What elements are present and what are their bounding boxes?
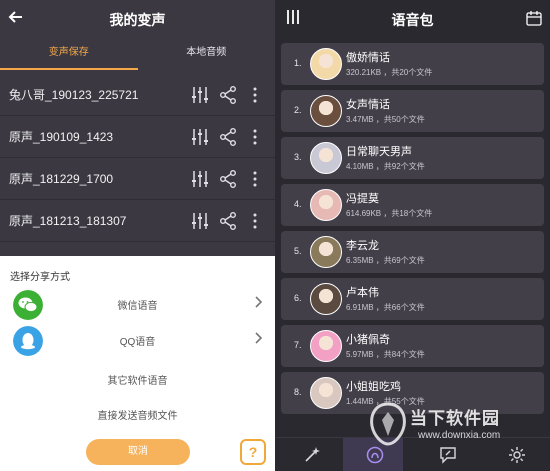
pack-name: 冯提莫 — [346, 193, 379, 205]
right-header: 语音包 — [275, 0, 550, 38]
voice-pack-item[interactable]: 7. 小猪佩奇 5.97MB ，共84个文件 — [281, 325, 544, 367]
share-option-label: QQ语音 — [119, 337, 156, 348]
left-header: 我的变声 — [0, 0, 275, 38]
more-vertical-icon[interactable] — [252, 128, 258, 146]
pack-name: 李云龙 — [346, 240, 379, 252]
recording-name: 兔八哥_190123_225721 — [9, 88, 139, 102]
equalizer-icon[interactable] — [191, 86, 209, 104]
voice-pack-item[interactable]: 3. 日常聊天男声 4.10MB ，共92个文件 — [281, 137, 544, 179]
share-option-label: 直接发送音频文件 — [97, 411, 178, 422]
pack-number: 8. — [294, 387, 302, 397]
calendar-icon[interactable] — [526, 10, 542, 26]
avatar — [310, 48, 342, 80]
share-icon[interactable] — [219, 212, 237, 230]
avatar — [310, 95, 342, 127]
avatar — [310, 142, 342, 174]
pack-name: 小姐姐吃鸡 — [346, 381, 401, 393]
share-sheet-title: 选择分享方式 — [10, 272, 70, 283]
pack-number: 4. — [294, 199, 302, 209]
watermark-text: 当下软件园 — [410, 409, 500, 428]
recording-name: 原声_181213_181307 — [9, 214, 127, 228]
voice-pack-item[interactable]: 1. 傲娇情话 320.21KB ，共20个文件 — [281, 43, 544, 85]
avatar — [310, 377, 342, 409]
help-button[interactable]: ? — [240, 439, 266, 465]
tab-saved-voices[interactable]: 变声保存 — [0, 38, 138, 72]
equalizer-icon[interactable] — [191, 128, 209, 146]
pack-name: 女声情话 — [346, 99, 390, 111]
share-icon[interactable] — [219, 128, 237, 146]
pack-info: 320.21KB ，共20个文件 — [346, 68, 433, 77]
pack-number: 5. — [294, 246, 302, 256]
recording-list: 兔八哥_190123_225721 原声_190109_1423 原声_1812… — [0, 74, 275, 242]
page-title: 我的变声 — [109, 12, 166, 28]
share-option-qq[interactable]: QQ语音 — [0, 322, 275, 358]
avatar — [310, 189, 342, 221]
chevron-right-icon — [255, 296, 263, 308]
share-option-other-apps[interactable]: 其它软件语音 — [0, 361, 275, 397]
voice-pack-list: 1. 傲娇情话 320.21KB ，共20个文件 2. 女声情话 3.47MB ，共50个… — [281, 43, 544, 419]
list-item[interactable]: 原声_181229_1700 — [0, 158, 275, 200]
equalizer-icon[interactable] — [191, 212, 209, 230]
pack-number: 2. — [294, 105, 302, 115]
share-option-send-file[interactable]: 直接发送音频文件 — [0, 396, 275, 432]
share-icon[interactable] — [219, 170, 237, 188]
pack-info: 6.91MB ，共66个文件 — [346, 303, 425, 312]
pack-info: 614.69KB ，共18个文件 — [346, 209, 433, 218]
pack-number: 3. — [294, 152, 302, 162]
voice-pack-item[interactable]: 2. 女声情话 3.47MB ，共50个文件 — [281, 90, 544, 132]
share-sheet: 选择分享方式 微信语音 QQ语音 其它软件语音 直接发送音频文件 取消 ? — [0, 256, 275, 471]
recording-name: 原声_190109_1423 — [9, 130, 114, 144]
voice-pack-item[interactable]: 4. 冯提莫 614.69KB ，共18个文件 — [281, 184, 544, 226]
avatar — [310, 236, 342, 268]
pack-number: 7. — [294, 340, 302, 350]
pack-info: 4.10MB ，共92个文件 — [346, 162, 425, 171]
pack-info: 3.47MB ，共50个文件 — [346, 115, 425, 124]
voice-pack-item[interactable]: 6. 卢本伟 6.91MB ，共66个文件 — [281, 278, 544, 320]
share-option-label: 其它软件语音 — [107, 376, 168, 387]
cancel-button[interactable]: 取消 — [86, 439, 190, 465]
watermark: 当下软件园 www.downxia.com — [360, 400, 550, 456]
tab-bar: 变声保存 本地音频 — [0, 38, 275, 72]
list-item[interactable]: 原声_190109_1423 — [0, 116, 275, 158]
list-item[interactable]: 原声_181213_181307 — [0, 200, 275, 242]
share-option-label: 微信语音 — [117, 301, 158, 312]
pack-name: 日常聊天男声 — [346, 146, 412, 158]
avatar — [310, 330, 342, 362]
pack-info: 5.97MB ，共84个文件 — [346, 350, 425, 359]
chevron-right-icon — [255, 332, 263, 344]
pack-number: 1. — [294, 58, 302, 68]
share-icon[interactable] — [219, 86, 237, 104]
my-voice-panel: 我的变声 变声保存 本地音频 兔八哥_190123_225721 原声_1901… — [0, 0, 275, 471]
pack-name: 傲娇情话 — [346, 52, 390, 64]
page-title: 语音包 — [391, 12, 434, 28]
avatar — [310, 283, 342, 315]
watermark-url: www.downxia.com — [418, 430, 501, 441]
pack-name: 卢本伟 — [346, 287, 379, 299]
watermark-logo-icon — [370, 402, 406, 446]
pack-info: 6.35MB ，共69个文件 — [346, 256, 425, 265]
share-option-wechat[interactable]: 微信语音 — [0, 286, 275, 322]
pack-number: 6. — [294, 293, 302, 303]
voice-pack-item[interactable]: 5. 李云龙 6.35MB ，共69个文件 — [281, 231, 544, 273]
more-vertical-icon[interactable] — [252, 86, 258, 104]
equalizer-icon[interactable] — [191, 170, 209, 188]
list-item[interactable]: 兔八哥_190123_225721 — [0, 74, 275, 116]
more-vertical-icon[interactable] — [252, 170, 258, 188]
pack-name: 小猪佩奇 — [346, 334, 390, 346]
more-vertical-icon[interactable] — [252, 212, 258, 230]
tab-local-audio[interactable]: 本地音频 — [138, 38, 276, 72]
magic-wand-icon[interactable] — [303, 446, 321, 464]
recording-name: 原声_181229_1700 — [9, 172, 114, 186]
